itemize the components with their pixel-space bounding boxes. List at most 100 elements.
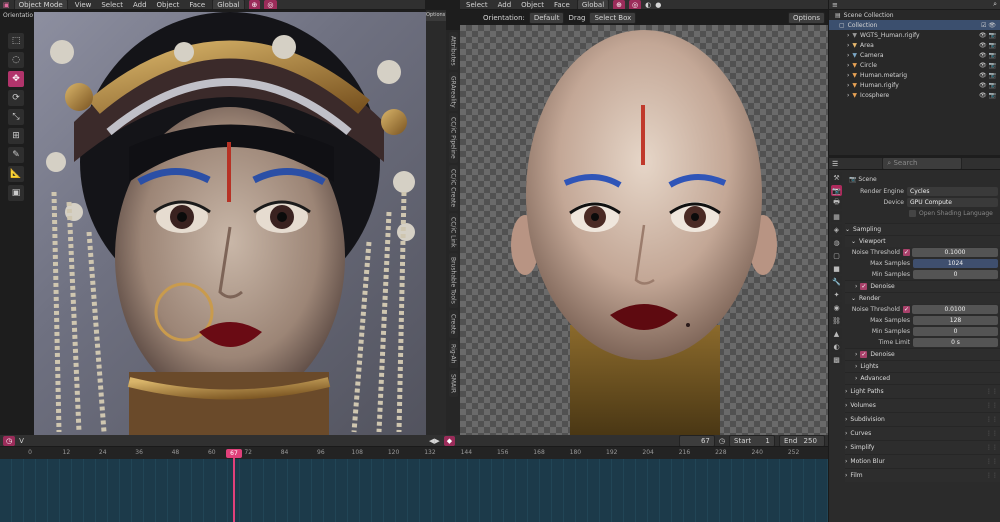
r-denoise-checkbox[interactable]: ✓	[860, 351, 868, 358]
menu-add[interactable]: Add	[130, 1, 150, 9]
render-subsection[interactable]: ⌄ Render	[845, 292, 1000, 304]
properties-section[interactable]: › Volumes ⋮⋮	[845, 398, 1000, 412]
expand-chevron-icon[interactable]: ›	[847, 62, 849, 69]
render-engine-dropdown[interactable]: Cycles	[907, 187, 998, 196]
clock-icon[interactable]: ◷	[719, 437, 725, 445]
advanced-subsection[interactable]: › Advanced	[845, 372, 1000, 384]
properties-search[interactable]: ⌕ Search	[882, 158, 963, 169]
playback-controls-icon[interactable]: ◀▶	[429, 437, 440, 445]
r-noise-field[interactable]: 0.0100	[911, 305, 998, 314]
viewport-subsection[interactable]: ⌄ Viewport	[845, 235, 1000, 247]
r-view-icon[interactable]: ◐	[645, 1, 651, 9]
drag-handle-icon[interactable]: ⋮⋮	[986, 458, 998, 465]
visibility-icon[interactable]: 👁 📷	[979, 62, 996, 69]
end-frame-field[interactable]: End 250	[779, 435, 825, 446]
playhead-marker[interactable]: 67	[226, 449, 242, 458]
rotate-tool-icon[interactable]: ⟳	[8, 90, 24, 106]
menu-object[interactable]: Object	[154, 1, 183, 9]
r-min-field[interactable]: 0	[913, 327, 998, 336]
menu-face[interactable]: Face	[186, 1, 208, 9]
properties-section[interactable]: › Subdivision ⋮⋮	[845, 412, 1000, 426]
lights-subsection[interactable]: › Lights	[845, 360, 1000, 372]
side-tab-2[interactable]: GRAreality	[448, 71, 458, 112]
collection-visibility-icon[interactable]: ☑ 👁	[981, 22, 996, 29]
add-cube-tool-icon[interactable]: ▣	[8, 185, 24, 201]
expand-chevron-icon[interactable]: ›	[847, 72, 849, 79]
texture-tab-icon[interactable]: ▩	[831, 354, 842, 365]
drag-handle-icon[interactable]: ⋮⋮	[986, 444, 998, 451]
outliner-item[interactable]: › ▼ Circle 👁 📷	[829, 60, 1000, 70]
r-shading-icon[interactable]: ●	[655, 1, 661, 9]
transform-tool-icon[interactable]: ⊞	[8, 128, 24, 144]
left-render-viewport[interactable]	[34, 12, 426, 435]
sampling-section[interactable]: ⌄ Sampling	[845, 223, 1000, 235]
visibility-icon[interactable]: 👁 📷	[979, 42, 996, 49]
side-tab-4[interactable]: CC/iC Create	[448, 164, 458, 212]
transform-orientation-dropdown[interactable]: Global	[212, 0, 245, 9]
properties-section[interactable]: › Curves ⋮⋮	[845, 426, 1000, 440]
properties-editor-icon[interactable]: ☰	[832, 160, 838, 168]
material-tab-icon[interactable]: ◐	[831, 341, 842, 352]
particles-tab-icon[interactable]: ✦	[831, 289, 842, 300]
keyframe-type-icon[interactable]: ◆	[443, 435, 456, 446]
editor-type-icon[interactable]: ◷	[3, 435, 16, 446]
r-denoise-row[interactable]: › ✓ Denoise	[845, 348, 1000, 360]
tool-tab-icon[interactable]: ⚒	[831, 172, 842, 183]
data-tab-icon[interactable]: ▲	[831, 328, 842, 339]
output-tab-icon[interactable]: 🖶	[831, 198, 842, 209]
mode-dropdown[interactable]: Object Mode	[13, 0, 68, 9]
menu-select[interactable]: Select	[98, 1, 126, 9]
side-tab-7[interactable]: Create	[448, 310, 458, 339]
side-tab-3[interactable]: CC/iC Pipeline	[448, 113, 458, 163]
collection-tab-icon[interactable]: ▢	[831, 250, 842, 261]
drag-handle-icon[interactable]: ⋮⋮	[986, 472, 998, 479]
properties-section[interactable]: › Simplify ⋮⋮	[845, 440, 1000, 454]
vp-max-field[interactable]: 1024	[913, 259, 998, 268]
osl-checkbox[interactable]	[909, 210, 916, 217]
render-tab-icon[interactable]: 📷	[831, 185, 842, 196]
scale-tool-icon[interactable]: ⤡	[8, 109, 24, 125]
outliner-item[interactable]: › ▼ Human.rigify 👁 📷	[829, 80, 1000, 90]
orientation-dropdown[interactable]: Default	[528, 12, 565, 24]
visibility-icon[interactable]: 👁 📷	[979, 72, 996, 79]
scene-collection-row[interactable]: ▤ Scene Collection	[829, 10, 1000, 20]
r-proportional-icon[interactable]: ◎	[629, 0, 642, 9]
r-menu-object[interactable]: Object	[518, 1, 547, 9]
side-tab-6[interactable]: Brushable Tools	[448, 253, 458, 309]
r-transform-dropdown[interactable]: Global	[576, 0, 610, 9]
outliner-item[interactable]: › ▼ Icosphere 👁 📷	[829, 90, 1000, 100]
drag-handle-icon[interactable]: ⋮⋮	[986, 430, 998, 437]
outliner-item[interactable]: › ▼ WGTS_Human.rigify 👁 📷	[829, 30, 1000, 40]
move-tool-icon[interactable]: ✥	[8, 71, 24, 87]
right-render-viewport[interactable]	[460, 25, 828, 435]
properties-section[interactable]: › Film ⋮⋮	[845, 468, 1000, 482]
visibility-icon[interactable]: 👁 📷	[979, 52, 996, 59]
vp-min-field[interactable]: 0	[913, 270, 998, 279]
expand-chevron-icon[interactable]: ›	[847, 52, 849, 59]
device-dropdown[interactable]: GPU Compute	[907, 198, 998, 207]
r-menu-face[interactable]: Face	[551, 1, 573, 9]
object-tab-icon[interactable]: ■	[831, 263, 842, 274]
menu-view[interactable]: View	[72, 1, 95, 9]
outliner-filter-icon[interactable]: ≡	[832, 1, 838, 9]
side-tab-1[interactable]: Attributes	[448, 32, 458, 70]
visibility-icon[interactable]: 👁 📷	[979, 92, 996, 99]
collection-row[interactable]: ▢ Collection ☑ 👁	[829, 20, 1000, 30]
r-time-field[interactable]: 0 s	[913, 338, 998, 347]
outliner-item[interactable]: › ▼ Area 👁 📷	[829, 40, 1000, 50]
annotate-tool-icon[interactable]: ✎	[8, 147, 24, 163]
view-layer-tab-icon[interactable]: ▦	[831, 211, 842, 222]
visibility-icon[interactable]: 👁 📷	[979, 32, 996, 39]
side-tab-5[interactable]: CC/iC Link	[448, 213, 458, 252]
drag-handle-icon[interactable]: ⋮⋮	[986, 402, 998, 409]
outliner-item[interactable]: › ▼ Human.metarig 👁 📷	[829, 70, 1000, 80]
properties-section[interactable]: › Motion Blur ⋮⋮	[845, 454, 1000, 468]
r-noise-checkbox[interactable]: ✓	[903, 306, 910, 313]
properties-section[interactable]: › Light Paths ⋮⋮	[845, 384, 1000, 398]
expand-chevron-icon[interactable]: ›	[847, 32, 849, 39]
side-tab-9[interactable]: SMAIR	[448, 369, 458, 397]
physics-tab-icon[interactable]: ◉	[831, 302, 842, 313]
cursor-tool-icon[interactable]: ◌	[8, 52, 24, 68]
start-frame-field[interactable]: Start 1	[729, 435, 775, 446]
playhead-line[interactable]	[233, 455, 235, 522]
